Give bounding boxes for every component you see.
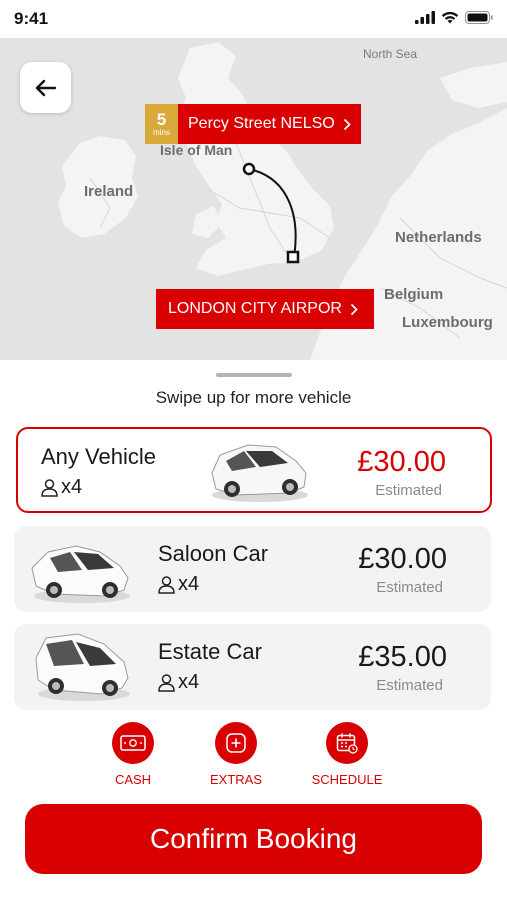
plus-icon [226,733,246,753]
dropoff-label: LONDON CITY AIRPOR [168,300,342,317]
map-label-luxembourg: Luxembourg [402,314,493,331]
map-label-isle-of-man: Isle of Man [160,142,233,158]
dropoff-marker[interactable]: LONDON CITY AIRPOR [156,289,374,329]
vehicle-price: £35.00 [358,641,447,673]
vehicle-card-saloon[interactable]: Saloon Car x4 £30.00 Estimated [14,526,491,612]
calendar-icon [336,733,358,754]
vehicle-card-estate[interactable]: Estate Car x4 £35.00 Estimated [14,624,491,710]
passenger-capacity: x4 [158,573,199,596]
person-icon [158,673,175,692]
price-estimated-note: Estimated [376,677,443,694]
status-time: 9:41 [14,9,49,28]
cash-label: CASH [114,772,152,787]
vehicle-sheet[interactable]: Swipe up for more vehicle Any Vehicle x4… [0,360,507,900]
vehicle-name: Saloon Car [158,541,269,566]
arrow-left-icon [35,79,56,96]
back-button[interactable] [20,62,71,113]
extras-label: EXTRAS [209,772,262,787]
map-label-belgium: Belgium [384,286,444,303]
signal-icon [415,11,435,24]
eta-unit: mins [153,128,170,137]
extras-button[interactable] [215,722,257,764]
vehicle-name: Estate Car [158,639,262,664]
pickup-marker[interactable]: 5 mins Percy Street NELSO [145,104,361,144]
drag-handle[interactable] [216,373,292,377]
passenger-count: x4 [178,671,200,693]
passenger-count: x4 [61,476,83,498]
map-label-north-sea: North Sea [363,47,418,61]
price-estimated-note: Estimated [375,482,442,499]
schedule-button[interactable] [326,722,368,764]
swipe-hint: Swipe up for more vehicle [155,388,352,407]
chevron-right-icon [343,118,351,130]
status-bar: 9:41 [0,0,507,38]
map-label-netherlands: Netherlands [395,229,482,246]
vehicle-price: £30.00 [357,446,446,478]
route-map[interactable]: North Sea Ireland Isle of Man Netherland… [0,38,507,360]
person-icon [158,575,175,594]
person-icon [41,478,58,497]
payment-cash-option[interactable]: CASH [88,722,178,787]
battery-icon [465,11,493,24]
map-label-ireland: Ireland [84,183,134,200]
vehicle-price: £30.00 [358,543,447,575]
pickup-label-box: Percy Street NELSO [178,104,361,144]
pickup-label: Percy Street NELSO [188,115,335,132]
status-icons [415,11,493,24]
vehicle-card-any[interactable]: Any Vehicle x4 £30.00 Estimated [16,427,492,513]
car-image [31,545,130,603]
cash-button[interactable] [112,722,154,764]
schedule-label: SCHEDULE [311,772,383,787]
schedule-option[interactable]: SCHEDULE [302,722,392,787]
extras-option[interactable]: EXTRAS [191,722,281,787]
passenger-count: x4 [178,573,200,595]
eta-badge: 5 mins [145,104,178,144]
wifi-icon [441,11,459,24]
cash-icon [120,735,146,751]
chevron-right-icon [350,303,358,315]
car-image [211,444,308,502]
passenger-capacity: x4 [158,671,199,694]
price-estimated-note: Estimated [376,579,443,596]
eta-value: 5 [156,110,167,129]
confirm-booking-button[interactable]: Confirm Booking [25,804,482,874]
passenger-capacity: x4 [41,476,82,499]
car-image [35,633,130,701]
vehicle-name: Any Vehicle [41,444,156,469]
